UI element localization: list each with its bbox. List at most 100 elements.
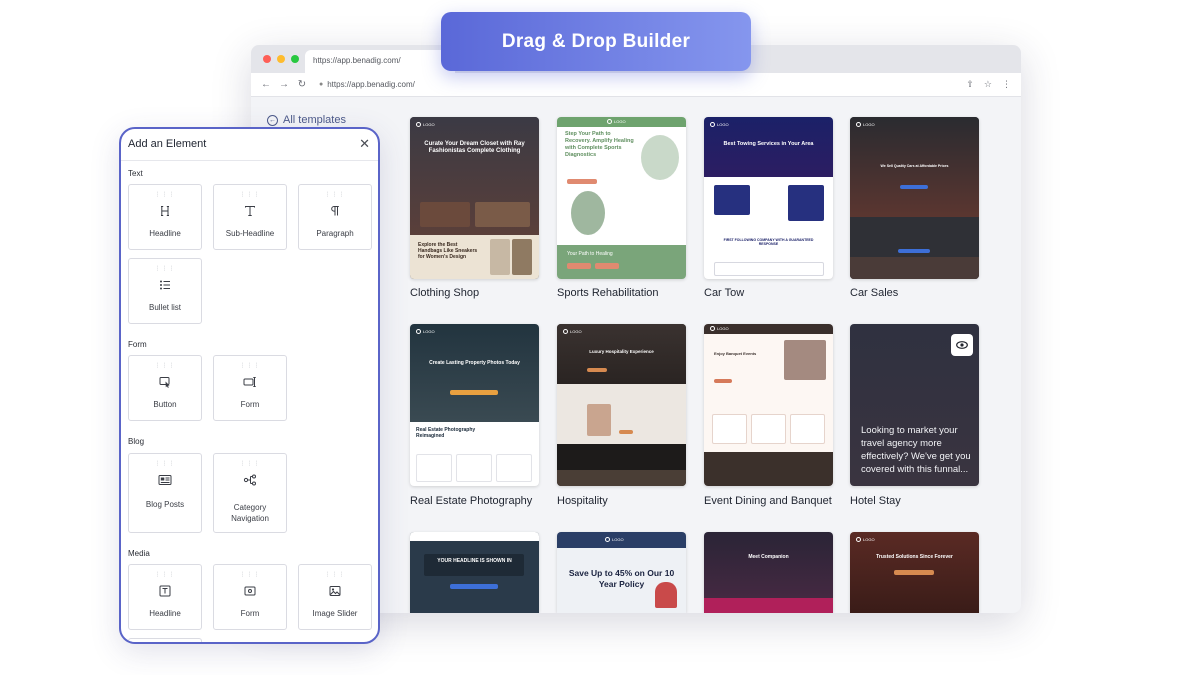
thumb-title: Curate Your Dream Closet with Ray Fashio… [424, 141, 525, 154]
template-label: Hospitality [557, 495, 608, 507]
thumb-image [420, 202, 470, 227]
thumb-title: Enjoy Banquet Events [714, 351, 757, 356]
template-card[interactable]: LOGO Trusted Solutions Since Forever [850, 532, 979, 613]
thumb-title: We Sell Quality Cars at Affordable Price… [880, 164, 949, 168]
close-window-dot[interactable] [263, 55, 271, 63]
thumb-title: Luxury Hospitality Experience [589, 349, 654, 354]
thumb-title: YOUR HEADLINE IS SHOWN IN [437, 558, 512, 564]
drag-grip-icon: ⋮⋮⋮ [154, 266, 176, 272]
template-label: Car Tow [704, 287, 745, 299]
share-icon[interactable]: ⇧ [966, 79, 974, 90]
thumb-hero [410, 324, 539, 422]
template-card-car-tow[interactable]: LOGO Best Towing Services in Your Area F… [704, 117, 833, 279]
thumb-logo: LOGO [416, 122, 435, 127]
element-button[interactable]: ⋮⋮⋮ Button [128, 355, 202, 421]
element-bullet-list[interactable]: ⋮⋮⋮ Bullet list [128, 258, 202, 324]
element-headline[interactable]: ⋮⋮⋮ Headline [128, 184, 202, 250]
thumb-footer [704, 598, 833, 613]
element-media-headline[interactable]: ⋮⋮⋮ Headline [128, 564, 202, 630]
drag-grip-icon: ⋮⋮⋮ [239, 461, 261, 467]
all-templates-link[interactable]: ← All templates [267, 114, 346, 126]
element-label: Form [240, 400, 260, 409]
thumb-button [898, 249, 930, 253]
button-cursor-icon [129, 376, 201, 388]
drag-drop-builder-badge: Drag & Drop Builder [441, 12, 751, 71]
thumb-logo: LOGO [710, 122, 729, 127]
thumb-button [714, 379, 732, 383]
thumb-logo: LOGO [416, 329, 435, 334]
bookmark-star-icon[interactable]: ☆ [984, 79, 992, 90]
thumb-text: FIRST FOLLOWING COMPANY WITH A GUARANTEE… [723, 238, 814, 246]
thumb-image [655, 582, 677, 608]
element-label: Headline [149, 229, 181, 238]
thumb-image [512, 239, 532, 275]
thumb-button [567, 263, 591, 269]
element-form[interactable]: ⋮⋮⋮ Form [213, 355, 287, 421]
thumb-box [751, 414, 786, 444]
back-arrow-icon[interactable]: ← [261, 79, 271, 90]
element-media-form[interactable]: ⋮⋮⋮ Form [213, 564, 287, 630]
thumb-image [850, 257, 979, 279]
template-card-event-dining-and-banquet[interactable]: LOGO Enjoy Banquet Events [704, 324, 833, 486]
template-card-hotel-stay[interactable]: Looking to market your travel agency mor… [850, 324, 979, 486]
template-card-sports-rehabilitation[interactable]: LOGO Step Your Path to Recovery. Amplify… [557, 117, 686, 279]
forward-arrow-icon[interactable]: → [279, 79, 289, 90]
preview-eye-button[interactable] [951, 334, 973, 356]
drag-grip-icon: ⋮⋮⋮ [154, 461, 176, 467]
drag-grip-icon: ⋮⋮⋮ [154, 192, 176, 198]
element-label: Button [153, 400, 177, 409]
address-bar[interactable]: ● https://app.benadig.com/ [319, 80, 415, 89]
thumb-button [450, 390, 498, 395]
template-card-hospitality[interactable]: LOGO Luxury Hospitality Experience [557, 324, 686, 486]
minimize-window-dot[interactable] [277, 55, 285, 63]
template-label: Sports Rehabilitation [557, 287, 659, 299]
blog-posts-icon [129, 474, 201, 486]
thumb-button [894, 570, 934, 575]
thumb-logo: LOGO [605, 537, 624, 542]
reload-icon[interactable]: ↻ [297, 79, 307, 90]
thumb-footer-text: Your Path to Healing [567, 251, 613, 257]
address-url: https://app.benadig.com/ [327, 80, 415, 89]
input-field-icon [214, 376, 286, 388]
thumb-title: Trusted Solutions Since Forever [876, 554, 953, 560]
template-label: Real Estate Photography [410, 495, 533, 507]
thumb-logo: LOGO [856, 537, 875, 542]
section-label-form: Form [128, 340, 147, 349]
element-label: Headline [149, 609, 181, 618]
thumb-subtitle: Real Estate Photography Reimagined [416, 427, 476, 439]
badge-label: Drag & Drop Builder [501, 30, 691, 52]
thumb-button [450, 584, 498, 589]
template-card[interactable]: Meet Companion [704, 532, 833, 613]
template-label: Car Sales [850, 287, 899, 299]
thumb-button [595, 263, 619, 269]
element-category-navigation[interactable]: ⋮⋮⋮ Category Navigation [213, 453, 287, 533]
element-image-slider[interactable]: ⋮⋮⋮ Image Slider [298, 564, 372, 630]
thumb-image [587, 404, 611, 436]
element-paragraph[interactable]: ⋮⋮⋮ Paragraph [298, 184, 372, 250]
thumb-box [416, 454, 452, 482]
thumb-box [496, 454, 532, 482]
thumb-footer [557, 470, 686, 486]
element-card-partial[interactable] [128, 638, 202, 642]
template-card-car-sales[interactable]: LOGO We Sell Quality Cars at Affordable … [850, 117, 979, 279]
section-label-blog: Blog [128, 437, 145, 446]
template-card[interactable]: YOUR HEADLINE IS SHOWN IN [410, 532, 539, 613]
drag-grip-icon: ⋮⋮⋮ [324, 192, 346, 198]
more-menu-icon[interactable]: ⋮ [1002, 79, 1011, 90]
paragraph-icon [299, 205, 371, 217]
thumb-box [788, 185, 824, 221]
window-controls [263, 55, 299, 63]
element-sub-headline[interactable]: ⋮⋮⋮ Sub-Headline [213, 184, 287, 250]
thumb-title: Create Lasting Property Photos Today [429, 360, 520, 366]
template-card-real-estate-photography[interactable]: LOGO Create Lasting Property Photos Toda… [410, 324, 539, 486]
element-blog-posts[interactable]: ⋮⋮⋮ Blog Posts [128, 453, 202, 533]
browser-tab[interactable]: https://app.benadig.com/ [305, 50, 455, 73]
maximize-window-dot[interactable] [291, 55, 299, 63]
thumb-image [475, 202, 530, 227]
template-card-clothing-shop[interactable]: LOGO Curate Your Dream Closet with Ray F… [410, 117, 539, 279]
toolbar-actions: ⇧ ☆ ⋮ [966, 79, 1011, 90]
thumb-image [784, 340, 826, 380]
thumb-footer [704, 452, 833, 486]
close-icon[interactable]: ✕ [359, 136, 370, 152]
template-card[interactable]: LOGO Save Up to 45% on Our 10 Year Polic… [557, 532, 686, 613]
